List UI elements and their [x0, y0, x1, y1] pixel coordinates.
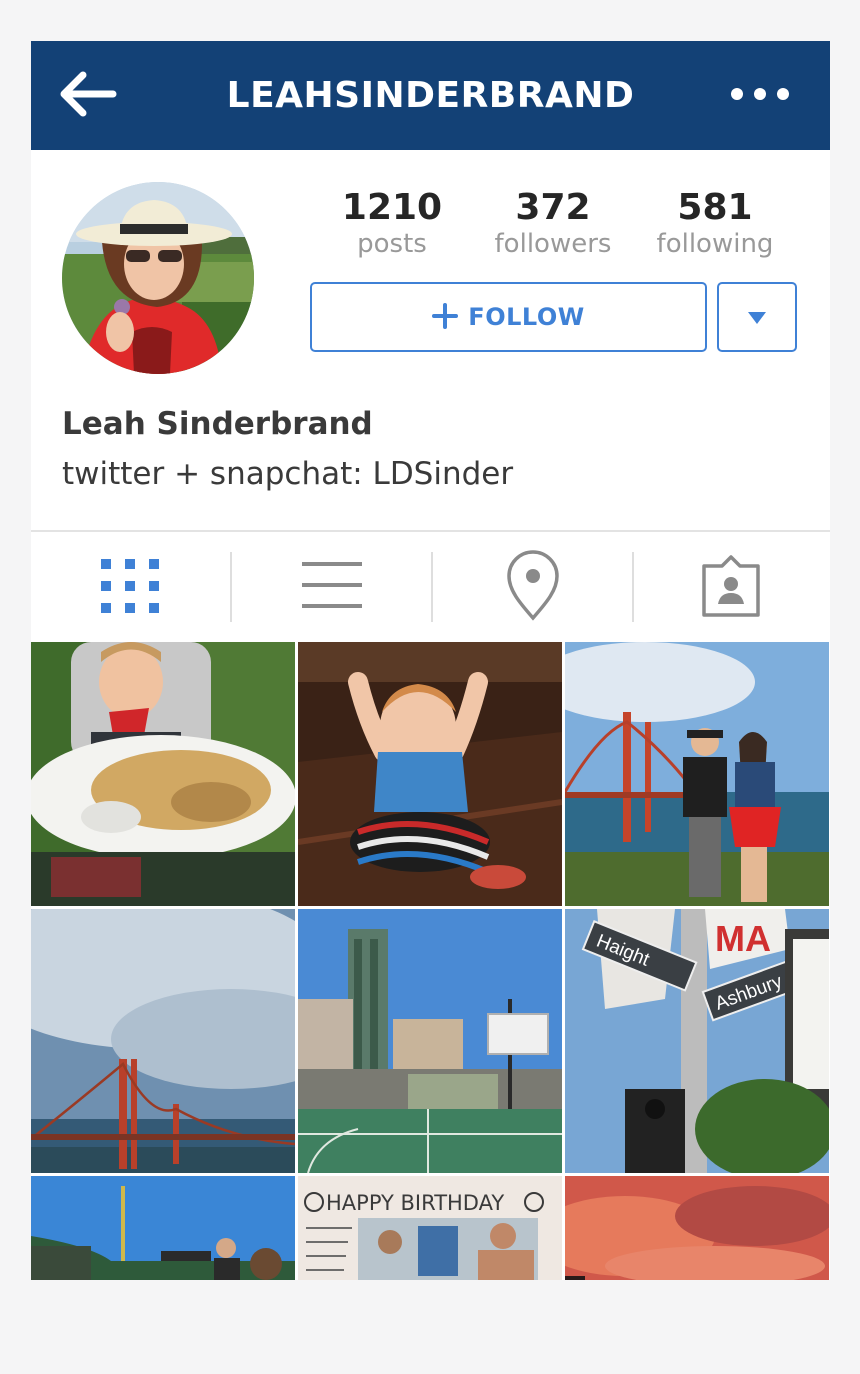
more-dots-icon: [731, 88, 789, 100]
photo-post-basketball-court[interactable]: [298, 909, 562, 1173]
photo-post-haight-ashbury-sign[interactable]: MA Haight Ashbury: [565, 909, 829, 1173]
profile-full-name: Leah Sinderbrand: [62, 406, 373, 442]
caret-down-icon: [748, 312, 766, 324]
following-count[interactable]: 581 following: [630, 187, 800, 259]
profile-username-title: LEAHSINDERBRAND: [226, 75, 635, 116]
photo-post-golden-gate-couple[interactable]: [565, 642, 829, 906]
photo-post-ballpark[interactable]: [31, 1176, 295, 1280]
plus-icon: [432, 299, 459, 335]
suggestions-dropdown-button[interactable]: [717, 282, 797, 352]
photo-post-sunset-sky[interactable]: [565, 1176, 829, 1280]
posts-count[interactable]: 1210 posts: [307, 187, 477, 259]
location-pin-icon: [507, 550, 559, 621]
photo-post-golden-gate-clouds[interactable]: [31, 909, 295, 1173]
profile-avatar[interactable]: [62, 182, 254, 374]
posts-count-label: posts: [357, 229, 427, 259]
street-banner-text: MA: [715, 918, 771, 959]
profile-screen: LEAHSINDERBRAND 1210 posts 372 followers…: [31, 41, 830, 1280]
followers-count-value: 372: [515, 187, 591, 228]
followers-count[interactable]: 372 followers: [468, 187, 638, 259]
photo-grid: MA Haight Ashbury HAPPY BIRTHDAY: [31, 642, 830, 1280]
grid-icon: [101, 559, 159, 613]
profile-view-tabs: [31, 530, 830, 642]
followers-count-label: followers: [494, 229, 612, 259]
follow-button-label: FOLLOW: [468, 303, 585, 331]
following-count-value: 581: [677, 187, 753, 228]
birthday-card-text: HAPPY BIRTHDAY: [326, 1191, 504, 1215]
profile-bio: twitter + snapchat: LDSinder: [62, 456, 514, 492]
photo-post-baby-highchair[interactable]: [31, 642, 295, 906]
tab-location-view[interactable]: [433, 532, 632, 642]
tab-grid-view[interactable]: [31, 532, 231, 642]
follow-button[interactable]: FOLLOW: [310, 282, 707, 352]
photo-post-birthday-card[interactable]: HAPPY BIRTHDAY: [298, 1176, 562, 1280]
photo-post-baby-cheering[interactable]: [298, 642, 562, 906]
top-navigation-bar: LEAHSINDERBRAND: [31, 41, 830, 150]
list-icon: [302, 562, 362, 608]
following-count-label: following: [656, 229, 774, 259]
tab-tagged-photos[interactable]: [634, 532, 830, 642]
tagged-photos-icon: [702, 555, 760, 617]
more-options-button[interactable]: [727, 79, 797, 109]
tab-list-view[interactable]: [232, 532, 431, 642]
posts-count-value: 1210: [341, 187, 443, 228]
